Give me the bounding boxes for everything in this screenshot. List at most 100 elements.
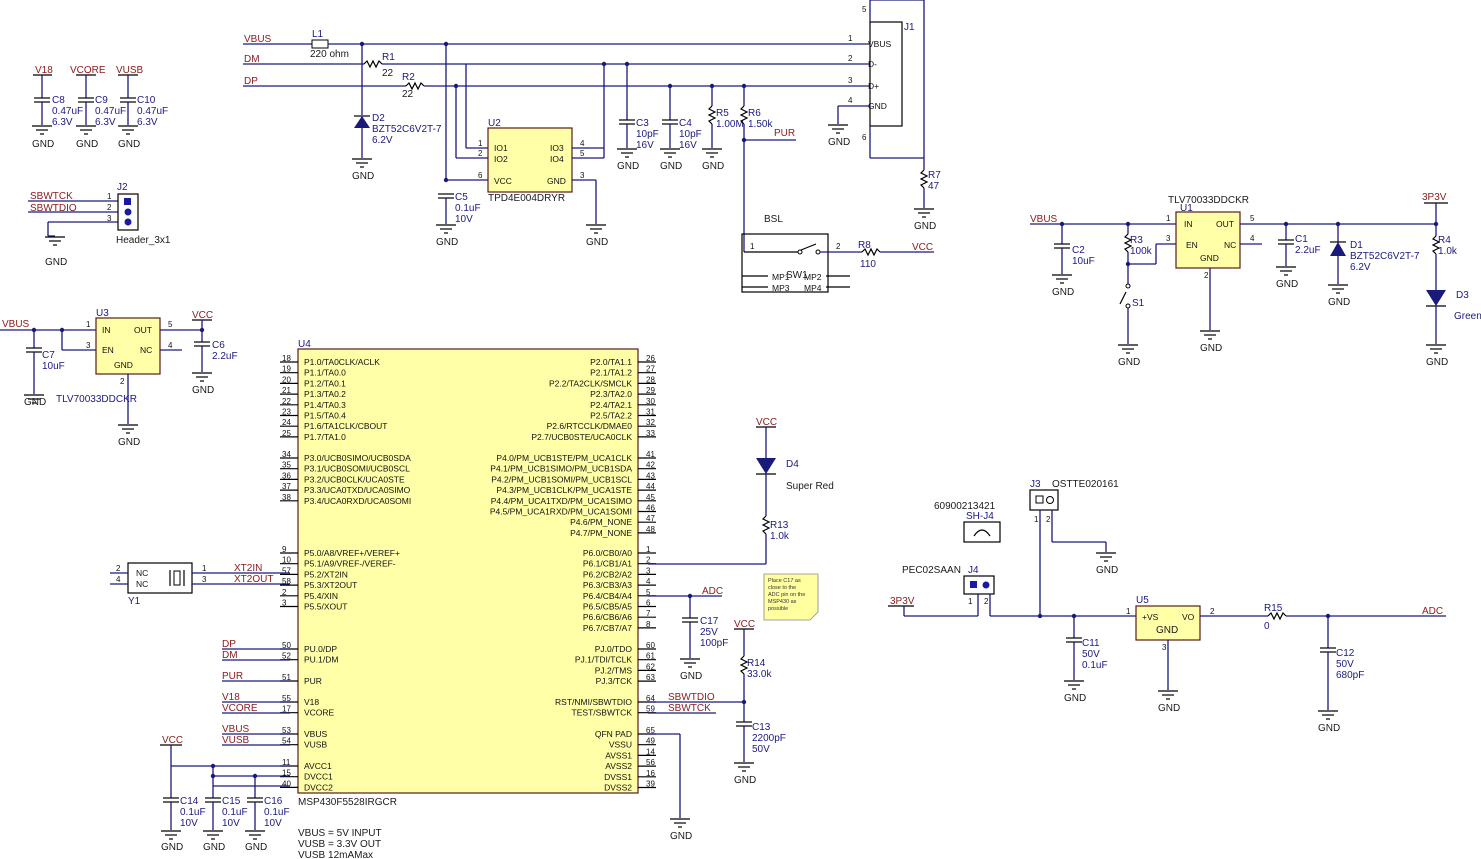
u4-pin-label: PJ.1/TDI/TCLK	[575, 655, 632, 665]
u4-pin-label: P5.1/A9/VREF-/VEREF-	[304, 559, 396, 569]
gnd-label: GND	[670, 831, 692, 842]
svg-text:3: 3	[1162, 643, 1167, 652]
j1-ref: J1	[904, 22, 915, 33]
u4-pin-label: P3.3/UCA0TXD/UCA0SIMO	[304, 485, 411, 495]
u4-pin-label: P6.0/CB0/A0	[583, 548, 632, 558]
u4-pin-label: V18	[304, 697, 319, 707]
ferrite-l1	[311, 39, 329, 49]
u4-pin-label: P5.5/XOUT	[304, 602, 347, 612]
r4-value: 1.0k	[1438, 246, 1458, 257]
u4-pin-label: DVCC2	[304, 782, 333, 792]
c13-value: 2200pF	[752, 733, 786, 744]
c9-value: 0.47uF	[95, 106, 126, 117]
r14-ref: R14	[747, 658, 766, 669]
u3-part: TLV70033DDCKR	[56, 394, 137, 405]
u4-pin-number: 3	[646, 566, 651, 575]
u4-pin-label: P1.5/TA0.4	[304, 411, 346, 421]
r13-ref: R13	[770, 520, 789, 531]
bsl-label: BSL	[764, 214, 783, 225]
r5-ref: R5	[716, 108, 729, 119]
shunt-body	[963, 521, 1001, 543]
c5-value: 0.1uF	[455, 203, 481, 214]
u4-pin-number: 34	[282, 450, 291, 459]
u4-pin-label: PU.1/DM	[304, 655, 338, 665]
y1-ref: Y1	[128, 596, 141, 607]
c15-ref: C15	[222, 796, 241, 807]
u4-pin-label: P1.1/TA0.0	[304, 368, 346, 378]
gnd-label: GND	[1328, 297, 1350, 308]
u3-pin-nc: NC	[140, 345, 152, 355]
svg-text:2: 2	[116, 564, 121, 573]
c17-rating: 25V	[700, 627, 718, 638]
u4-pin-number: 26	[646, 354, 655, 363]
u4-pin-number: 45	[646, 493, 655, 502]
gnd-label: GND	[161, 842, 183, 853]
u4-pin-number: 4	[646, 577, 651, 586]
svg-text:5: 5	[862, 5, 867, 14]
u4-pin-number: 14	[646, 747, 655, 756]
u4-pin-label: P6.1/CB1/A1	[583, 559, 632, 569]
u3-ldo-section: VBUS GND C7 10uF U3 IN EN GND OUT NC 1 3 5…	[0, 308, 238, 448]
footnote-3: VUSB 12mAMax	[298, 850, 373, 859]
u4-pin-label: P4.2/PM_UCB1SOMI/PM_UCB1SCL	[491, 474, 632, 484]
svg-text:3: 3	[580, 171, 585, 180]
gnd-label: GND	[680, 671, 702, 682]
u4-pin-number: 8	[646, 620, 651, 629]
sw-pin-mp3: MP3	[772, 283, 790, 293]
svg-text:2: 2	[1210, 607, 1215, 616]
svg-text:1: 1	[86, 320, 91, 329]
svg-text:2: 2	[107, 203, 112, 212]
svg-text:3: 3	[107, 214, 112, 223]
c3-rating: 16V	[636, 140, 654, 151]
r15-value: 0	[1264, 621, 1270, 632]
c6-ref: C6	[212, 340, 225, 351]
net-vcc-u3: VCC	[192, 310, 213, 321]
u4-mcu: U4 MSP430F5528IRGCR 18 P1.0/TA0CLK/ACLK19…	[222, 339, 766, 808]
decoupling-caps-top: V18 VCORE VUSB GND GND GND C8 0.47uF 6.3…	[31, 65, 168, 150]
footnote-1: VBUS = 5V INPUT	[298, 828, 382, 839]
u4-pin-label: P4.0/PM_UCB1STE/PM_UCA1CLK	[496, 453, 632, 463]
u4-pin-number: 41	[646, 450, 655, 459]
sw-pin-mp4: MP4	[804, 283, 822, 293]
u4-pin-number: 9	[282, 545, 287, 554]
u4-pin-label: P4.7/PM_NONE	[570, 528, 632, 538]
u4-pin-label: RST/NMI/SBWTDIO	[555, 697, 632, 707]
svg-text:3: 3	[848, 76, 853, 85]
u4-pin-number: 20	[282, 375, 291, 384]
u4-pin-label: P3.1/UCB0SOMI/UCB0SCL	[304, 464, 410, 474]
u4-pin-label: PJ.2/TMS	[595, 665, 633, 675]
gnd-label: GND	[192, 385, 214, 396]
svg-text:1: 1	[1126, 607, 1131, 616]
note-line: ADC pin on the	[768, 592, 805, 598]
d1-value: 6.2V	[1350, 262, 1371, 273]
u4-pin-label: P3.4/UCA0RXD/UCA0SOMI	[304, 496, 411, 506]
r4-ref: R4	[1438, 235, 1451, 246]
u4-pin-number: 35	[282, 461, 291, 470]
c2-ref: C2	[1072, 245, 1085, 256]
gnd-label: GND	[586, 237, 608, 248]
c14-value: 0.1uF	[180, 807, 206, 818]
r8-ref: R8	[858, 240, 871, 251]
svg-text:3: 3	[86, 341, 91, 350]
u4-pin-number: 23	[282, 408, 291, 417]
d4-ref: D4	[786, 459, 799, 470]
r14-value: 33.0k	[747, 669, 772, 680]
u4-pin-number: 39	[646, 780, 655, 789]
svg-text:1: 1	[478, 139, 483, 148]
net-vcc-d4: VCC	[756, 417, 777, 428]
c12-rating: 50V	[1336, 659, 1354, 670]
note-line: close to the	[768, 585, 796, 591]
r2-value: 22	[402, 89, 414, 100]
svg-text:5: 5	[168, 320, 173, 329]
l1-value: 220 ohm	[310, 49, 349, 60]
net-v18: V18	[35, 65, 53, 76]
u2-pin-io3: IO3	[550, 143, 564, 153]
c7-value: 10uF	[42, 361, 65, 372]
u3-ref: U3	[96, 308, 109, 319]
u4-pin-label: P6.2/CB2/A2	[583, 569, 632, 579]
u4-pin-number: 1	[646, 545, 651, 554]
u4-pin-label: P5.0/A8/VREF+/VEREF+	[304, 548, 400, 558]
r6-ref: R6	[748, 108, 761, 119]
u4-pin-label: P6.4/CB4/A4	[583, 591, 632, 601]
u4-pin-number: 56	[646, 758, 655, 767]
